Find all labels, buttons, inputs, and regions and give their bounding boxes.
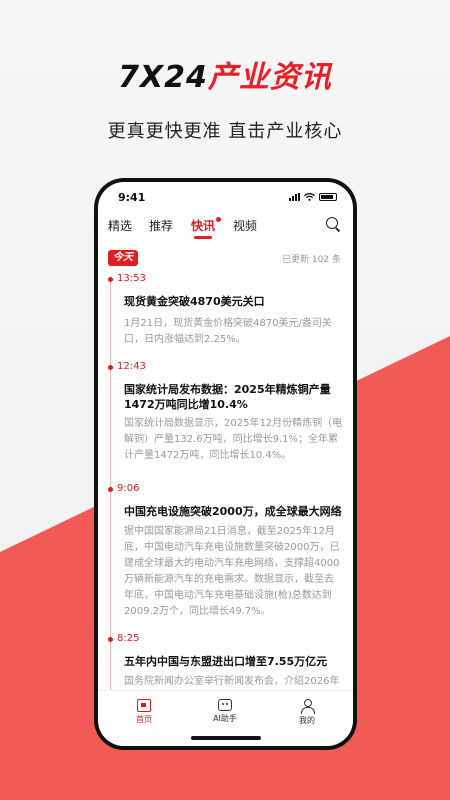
nav-profile[interactable]: 我的 (277, 699, 337, 726)
news-body: 1月21日，现货黄金价格突破4870美元/盎司关口，日内涨幅达到2.25%。 (124, 318, 332, 345)
search-icon[interactable] (325, 216, 341, 232)
timeline-dot (108, 365, 113, 370)
status-bar: 9:41 (98, 182, 353, 212)
feed-header: 今天 已更新 102 条 (98, 250, 353, 268)
update-count: 已更新 102 条 (282, 255, 341, 265)
promo-headline-suffix: 产业资讯 (207, 60, 332, 95)
tab-flash-news[interactable]: 快讯 (191, 217, 215, 234)
news-title: 国家统计局发布数据：2025年精炼铜产量1472万吨同比增10.4% (124, 383, 331, 411)
user-icon (300, 699, 315, 714)
news-item[interactable]: 8:25 五年内中国与东盟进出口增至7.55万亿元 国务院新闻办公室举行新闻发布… (98, 633, 353, 698)
news-item[interactable]: 9:06 中国充电设施突破2000万，成全球最大网络 据中国国家能源局21日消息… (98, 483, 353, 634)
nav-ai-assistant[interactable]: AI助手 (195, 699, 255, 724)
phone-frame: 9:41 精选 推荐 快讯 视频 今天 已更新 102 条 13:53 现货黄金… (94, 178, 357, 750)
news-item[interactable]: 12:43 国家统计局发布数据：2025年精炼铜产量1472万吨同比增10.4%… (98, 361, 353, 482)
news-time: 9:06 (117, 483, 140, 494)
status-time: 9:41 (118, 191, 146, 204)
nav-ai-label: AI助手 (213, 714, 237, 723)
news-item[interactable]: 13:53 现货黄金突破4870美元关口 1月21日，现货黄金价格突破4870美… (98, 274, 353, 354)
battery-icon (319, 193, 337, 201)
news-time: 8:25 (117, 633, 140, 644)
timeline-dot (108, 637, 113, 642)
news-time: 13:53 (117, 274, 146, 284)
timeline-dot (108, 487, 113, 492)
tab-active-underline (194, 236, 212, 239)
timeline-dot (108, 277, 113, 282)
phone-screen: 9:41 精选 推荐 快讯 视频 今天 已更新 102 条 13:53 现货黄金… (98, 182, 353, 746)
nav-home-label: 首页 (136, 715, 152, 724)
nav-home[interactable]: 首页 (114, 699, 174, 725)
promo-subheadline: 更真更快更准 直击产业核心 (107, 121, 343, 142)
top-tabs: 精选 推荐 快讯 视频 (98, 215, 353, 243)
promo-headline-prefix: 7X24 (118, 60, 208, 95)
home-icon (137, 699, 151, 712)
tab-video[interactable]: 视频 (233, 217, 257, 234)
tab-recommended[interactable]: 推荐 (149, 217, 173, 234)
news-title: 五年内中国与东盟进出口增至7.55万亿元 (124, 655, 328, 668)
promo-headline: 7X24产业资讯 (0, 52, 450, 96)
tab-featured[interactable]: 精选 (108, 217, 132, 234)
news-title: 中国充电设施突破2000万，成全球最大网络 (124, 505, 342, 518)
bottom-nav: 首页 AI助手 我的 (98, 690, 353, 746)
nav-profile-label: 我的 (299, 716, 315, 725)
signal-icon (289, 193, 300, 201)
news-title: 现货黄金突破4870美元关口 (124, 295, 265, 308)
ai-assistant-icon (218, 699, 232, 711)
status-icons (289, 193, 337, 201)
news-feed[interactable]: 13:53 现货黄金突破4870美元关口 1月21日，现货黄金价格突破4870美… (98, 274, 353, 698)
news-body: 国家统计局数据显示，2025年12月份精炼铜（电解铜）产量132.6万吨，同比增… (124, 418, 343, 461)
news-body: 据中国国家能源局21日消息，截至2025年12月底，中国电动汽车充电设施数量突破… (124, 526, 340, 617)
wifi-icon (304, 193, 315, 201)
tab-unread-dot (216, 217, 221, 222)
news-time: 12:43 (117, 361, 146, 372)
home-indicator (190, 736, 261, 740)
today-badge: 今天 (108, 250, 138, 266)
